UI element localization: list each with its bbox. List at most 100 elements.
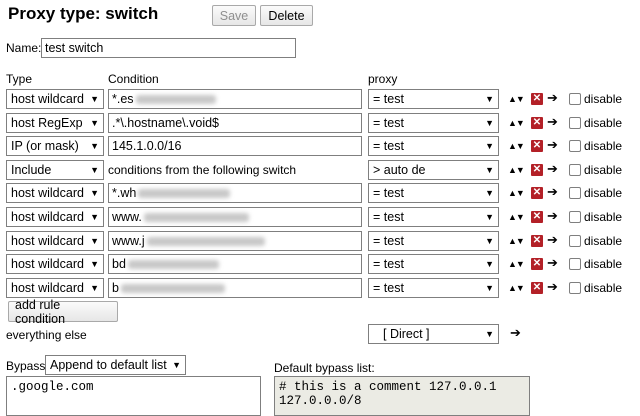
delete-button[interactable]: Delete	[260, 5, 313, 26]
up-down-arrows-icon[interactable]: ▲▼	[508, 212, 525, 222]
disable-checkbox[interactable]	[569, 211, 581, 223]
right-arrow-icon[interactable]: ➔	[547, 90, 558, 106]
rule-proxy-select[interactable]: = test ▼	[368, 231, 499, 251]
rule-type-value: host wildcard	[11, 257, 84, 271]
rule-proxy-select[interactable]: = test ▼	[368, 113, 499, 133]
rule-type-select[interactable]: IP (or mask) ▼	[6, 136, 104, 156]
dropdown-caret-icon: ▼	[90, 94, 99, 104]
up-down-arrows-icon[interactable]: ▲▼	[508, 118, 525, 128]
redacted-text	[138, 188, 231, 198]
dropdown-caret-icon: ▼	[90, 212, 99, 222]
rule-type-value: Include	[11, 163, 52, 177]
up-down-arrows-icon[interactable]: ▲▼	[508, 94, 525, 104]
disable-label: disable	[584, 186, 623, 200]
rule-condition-input[interactable]: *.wh	[108, 183, 362, 203]
rule-type-value: host wildcard	[11, 210, 84, 224]
bypass-mode-select[interactable]: Append to default list ▼	[45, 355, 186, 375]
disable-label: disable	[584, 257, 623, 271]
bypass-mode-value: Append to default list	[50, 358, 167, 372]
disable-label: disable	[584, 281, 623, 295]
rule-type-select[interactable]: Include ▼	[6, 160, 104, 180]
rule-condition-value: www.j	[112, 234, 145, 248]
right-arrow-icon[interactable]: ➔	[547, 232, 558, 248]
rule-condition-input[interactable]: www.j	[108, 231, 362, 251]
rule-condition-input[interactable]: .*\.hostname\.void$	[108, 113, 362, 133]
delete-x-icon[interactable]: ✕	[531, 282, 543, 294]
default-bypass-textarea: # this is a comment 127.0.0.1 127.0.0.0/…	[274, 376, 530, 416]
right-arrow-icon[interactable]: ➔	[510, 325, 521, 341]
right-arrow-icon[interactable]: ➔	[547, 184, 558, 200]
rule-type-select[interactable]: host wildcard ▼	[6, 89, 104, 109]
rule-proxy-select[interactable]: = test ▼	[368, 207, 499, 227]
up-down-arrows-icon[interactable]: ▲▼	[508, 188, 525, 198]
rule-type-select[interactable]: host wildcard ▼	[6, 278, 104, 298]
rule-type-select[interactable]: host wildcard ▼	[6, 254, 104, 274]
right-arrow-icon[interactable]: ➔	[547, 161, 558, 177]
rule-proxy-select[interactable]: = test ▼	[368, 136, 499, 156]
rule-type-value: host wildcard	[11, 281, 84, 295]
right-arrow-icon[interactable]: ➔	[547, 114, 558, 130]
dropdown-caret-icon: ▼	[90, 141, 99, 151]
right-arrow-icon[interactable]: ➔	[547, 279, 558, 295]
rule-type-value: host wildcard	[11, 234, 84, 248]
disable-checkbox[interactable]	[569, 187, 581, 199]
rule-proxy-value: = test	[373, 92, 404, 106]
rule-proxy-value: = test	[373, 139, 404, 153]
delete-x-icon[interactable]: ✕	[531, 93, 543, 105]
dropdown-caret-icon: ▼	[485, 212, 494, 222]
up-down-arrows-icon[interactable]: ▲▼	[508, 236, 525, 246]
rule-type-select[interactable]: host wildcard ▼	[6, 207, 104, 227]
disable-checkbox[interactable]	[569, 164, 581, 176]
delete-x-icon[interactable]: ✕	[531, 164, 543, 176]
disable-checkbox[interactable]	[569, 140, 581, 152]
rule-condition-input[interactable]: bd	[108, 254, 362, 274]
up-down-arrows-icon[interactable]: ▲▼	[508, 165, 525, 175]
disable-checkbox[interactable]	[569, 235, 581, 247]
disable-checkbox[interactable]	[569, 258, 581, 270]
dropdown-caret-icon: ▼	[90, 259, 99, 269]
rule-proxy-select[interactable]: = test ▼	[368, 89, 499, 109]
rule-proxy-select[interactable]: = test ▼	[368, 278, 499, 298]
bypass-custom-textarea[interactable]: .google.com	[6, 376, 261, 416]
disable-label: disable	[584, 116, 623, 130]
redacted-text	[146, 236, 265, 246]
rule-condition-input[interactable]: www.	[108, 207, 362, 227]
delete-x-icon[interactable]: ✕	[531, 117, 543, 129]
rule-condition-input[interactable]: b	[108, 278, 362, 298]
delete-x-icon[interactable]: ✕	[531, 140, 543, 152]
rule-type-select[interactable]: host wildcard ▼	[6, 231, 104, 251]
rule-proxy-value: = test	[373, 210, 404, 224]
default-proxy-select[interactable]: [ Direct ] ▼	[368, 324, 499, 344]
disable-checkbox[interactable]	[569, 93, 581, 105]
delete-x-icon[interactable]: ✕	[531, 211, 543, 223]
up-down-arrows-icon[interactable]: ▲▼	[508, 283, 525, 293]
disable-checkbox[interactable]	[569, 117, 581, 129]
rule-proxy-select[interactable]: = test ▼	[368, 183, 499, 203]
save-button[interactable]: Save	[212, 5, 256, 26]
delete-x-icon[interactable]: ✕	[531, 258, 543, 270]
right-arrow-icon[interactable]: ➔	[547, 137, 558, 153]
dropdown-caret-icon: ▼	[485, 141, 494, 151]
right-arrow-icon[interactable]: ➔	[547, 255, 558, 271]
rule-proxy-value: = test	[373, 281, 404, 295]
rule-condition-value: *.wh	[112, 186, 137, 200]
rule-proxy-select[interactable]: > auto de ▼	[368, 160, 499, 180]
rule-proxy-select[interactable]: = test ▼	[368, 254, 499, 274]
name-input[interactable]: test switch	[41, 38, 296, 58]
up-down-arrows-icon[interactable]: ▲▼	[508, 141, 525, 151]
rule-type-select[interactable]: host wildcard ▼	[6, 183, 104, 203]
right-arrow-icon[interactable]: ➔	[547, 208, 558, 224]
page-title: Proxy type: switch	[8, 4, 159, 23]
delete-x-icon[interactable]: ✕	[531, 187, 543, 199]
rule-condition-input[interactable]: 145.1.0.0/16	[108, 136, 362, 156]
rule-type-value: host RegExp	[11, 116, 83, 130]
disable-checkbox[interactable]	[569, 282, 581, 294]
dropdown-caret-icon: ▼	[485, 329, 494, 339]
add-rule-button[interactable]: add rule condition	[8, 298, 118, 326]
delete-x-icon[interactable]: ✕	[531, 235, 543, 247]
rule-condition-input[interactable]: *.es	[108, 89, 362, 109]
rule-proxy-value: > auto de	[373, 163, 426, 177]
up-down-arrows-icon[interactable]: ▲▼	[508, 259, 525, 269]
rule-type-value: host wildcard	[11, 186, 84, 200]
rule-type-select[interactable]: host RegExp ▼	[6, 113, 104, 133]
